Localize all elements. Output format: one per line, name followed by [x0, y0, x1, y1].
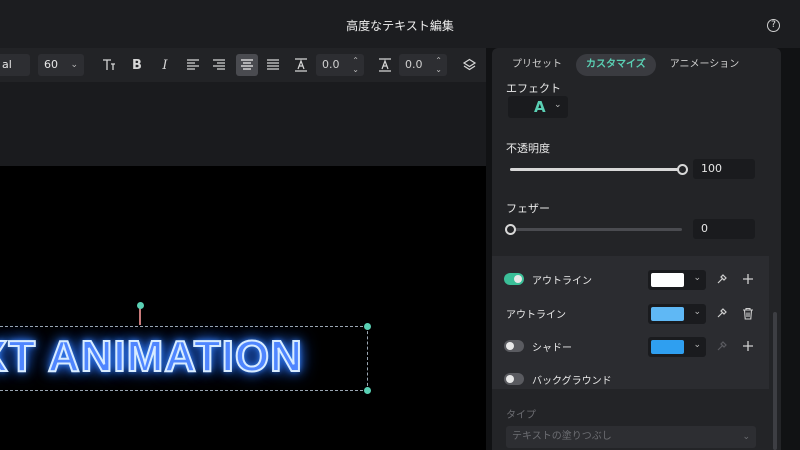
panel-tabs: プリセット カスタマイズ アニメーション	[502, 54, 749, 76]
opacity-slider-knob[interactable]	[677, 164, 688, 175]
effect-select[interactable]: A ⌄	[508, 96, 568, 118]
justify-button[interactable]	[262, 54, 284, 76]
add-icon[interactable]	[740, 338, 756, 354]
text-size-icon[interactable]	[98, 54, 120, 76]
outline-color-picker-2[interactable]: ⌄	[648, 304, 706, 324]
help-icon[interactable]: ?	[767, 19, 780, 32]
add-icon[interactable]	[740, 271, 756, 287]
align-right-icon	[213, 59, 225, 70]
outline-row-1: アウトライン ⌄	[504, 270, 764, 290]
eyedropper-icon	[714, 338, 730, 354]
chevron-down-icon: ⌄	[554, 100, 562, 110]
chevron-down-icon: ⌄	[693, 340, 701, 350]
layers-icon	[462, 58, 476, 70]
window-title: 高度なテキスト編集	[346, 19, 454, 33]
layers-button[interactable]	[458, 54, 480, 76]
align-left-button[interactable]	[182, 54, 204, 76]
preview-text[interactable]: XT ANIMATION	[0, 331, 303, 382]
properties-panel: プリセット カスタマイズ アニメーション エフェクト A ⌄ 不透明度 100 …	[492, 48, 781, 450]
opacity-label: 不透明度	[506, 142, 550, 155]
chevron-down-icon: ⌄	[693, 307, 701, 317]
tab-customize[interactable]: カスタマイズ	[576, 54, 656, 76]
shadow-color-chip	[651, 340, 684, 354]
outline-row-2: アウトライン ⌄	[504, 304, 764, 324]
title-bar: 高度なテキスト編集 ?	[0, 0, 800, 48]
bold-button[interactable]: B	[126, 54, 148, 76]
shadow-toggle[interactable]	[504, 340, 524, 352]
align-center-button[interactable]	[236, 54, 258, 76]
resize-handle-top-right[interactable]	[364, 323, 371, 330]
background-toggle[interactable]	[504, 373, 524, 385]
justify-icon	[267, 59, 279, 70]
feather-slider[interactable]	[505, 224, 682, 235]
align-center-icon	[241, 59, 253, 70]
italic-button[interactable]: I	[154, 54, 176, 76]
outline-section: アウトライン ⌄ アウトライン ⌄ シャドー ⌄ バックグラウンド	[492, 256, 769, 389]
feather-slider-knob[interactable]	[505, 224, 516, 235]
panel-scrollbar[interactable]	[773, 312, 777, 450]
shadow-color-picker[interactable]: ⌄	[648, 337, 706, 357]
outline-label: アウトライン	[532, 276, 592, 287]
eyedropper-icon[interactable]	[714, 271, 730, 287]
preview-canvas[interactable]: XT ANIMATION	[0, 166, 486, 450]
trash-icon[interactable]	[740, 305, 756, 321]
type-select-value: テキストの塗りつぶし	[512, 431, 612, 442]
type-select[interactable]: テキストの塗りつぶし ⌄	[506, 426, 756, 448]
effect-label: エフェクト	[506, 82, 561, 95]
letter-spacing-input[interactable]: 0.0 ⌃ ⌄	[316, 54, 364, 76]
stepper-arrows-icon[interactable]: ⌃ ⌄	[435, 56, 442, 74]
align-right-button[interactable]	[208, 54, 230, 76]
line-spacing-input[interactable]: 0.0 ⌃ ⌄	[399, 54, 447, 76]
effect-glyph: A	[534, 98, 546, 116]
eyedropper-icon[interactable]	[714, 305, 730, 321]
feather-input[interactable]: 0	[693, 219, 755, 239]
shadow-label: シャドー	[532, 343, 572, 354]
type-label: タイプ	[506, 410, 536, 421]
line-spacing-icon	[374, 54, 396, 76]
feather-label: フェザー	[506, 202, 550, 215]
align-left-icon	[187, 59, 199, 70]
shadow-row: シャドー ⌄	[504, 337, 764, 357]
chevron-down-icon: ⌄	[742, 432, 750, 442]
outline-color-picker[interactable]: ⌄	[648, 270, 706, 290]
font-size-value: 60	[44, 58, 58, 71]
background-row: バックグラウンド	[504, 370, 764, 390]
opacity-slider[interactable]	[510, 164, 688, 175]
opacity-input[interactable]: 100	[693, 159, 755, 179]
outline-toggle[interactable]	[504, 273, 524, 285]
stepper-arrows-icon[interactable]: ⌃ ⌄	[352, 56, 359, 74]
canvas-upper-area	[0, 82, 486, 166]
tab-animation[interactable]: アニメーション	[660, 54, 750, 76]
letter-spacing-value: 0.0	[322, 58, 340, 71]
chevron-down-icon: ⌄	[693, 273, 701, 283]
resize-handle-bottom-right[interactable]	[364, 387, 371, 394]
italic-icon: I	[162, 57, 168, 73]
outline-color-chip	[651, 273, 684, 287]
rotation-handle[interactable]	[137, 302, 144, 309]
font-family-value: al	[2, 58, 12, 71]
opacity-slider-fill	[510, 168, 682, 171]
font-size-select[interactable]: 60 ⌄	[38, 54, 84, 76]
font-family-select[interactable]: al	[0, 54, 30, 76]
background-label: バックグラウンド	[532, 376, 612, 387]
chevron-down-icon: ⌄	[70, 60, 78, 70]
text-toolbar: al 60 ⌄ B I 0.0 ⌃ ⌄ 0.0 ⌃ ⌄	[0, 48, 486, 82]
bold-icon: B	[132, 57, 142, 73]
outline-color-chip-2	[651, 307, 684, 321]
letter-spacing-icon	[290, 54, 312, 76]
outline-label-2: アウトライン	[506, 310, 566, 321]
line-spacing-value: 0.0	[405, 58, 423, 71]
tab-presets[interactable]: プリセット	[502, 54, 572, 76]
